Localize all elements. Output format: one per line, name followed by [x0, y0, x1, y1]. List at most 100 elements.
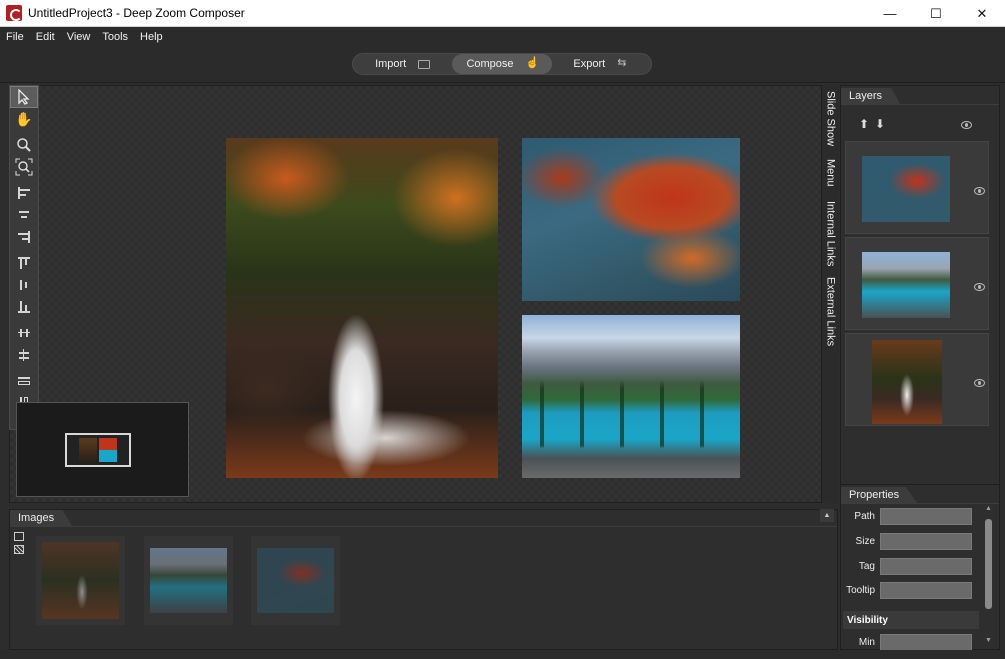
align-bottom-icon — [18, 301, 30, 313]
canvas-image-aerial-lake[interactable] — [522, 138, 740, 301]
menu-file[interactable]: File — [0, 31, 30, 43]
close-button[interactable]: ✕ — [959, 0, 1005, 27]
navigator-thumb-waterfall — [79, 438, 97, 462]
tab-external-links[interactable]: External Links — [822, 277, 839, 347]
navigator-minimap[interactable] — [16, 402, 189, 497]
menu-tools[interactable]: Tools — [96, 31, 134, 43]
tab-menu-label: Menu — [824, 159, 837, 187]
maximize-button[interactable]: ☐ — [913, 0, 959, 27]
distribute-horizontal-tool[interactable] — [10, 322, 38, 344]
align-left-tool[interactable] — [10, 182, 38, 204]
properties-scrollbar[interactable]: ▲ ▼ — [983, 505, 995, 645]
layer-thumbnail-waterfall — [872, 340, 942, 424]
scroll-down-icon[interactable]: ▼ — [985, 637, 992, 644]
tooltip-field[interactable] — [880, 581, 972, 599]
align-top-icon — [18, 257, 30, 269]
chevron-up-icon: ▲ — [823, 512, 831, 519]
move-layer-up-icon[interactable]: ⬆ — [859, 118, 871, 131]
eye-icon — [961, 121, 972, 129]
import-icon — [418, 59, 431, 69]
collapse-images-panel-button[interactable]: ▲ — [820, 509, 834, 522]
layers-panel: Layers ⬆ ⬇ — [840, 85, 1000, 485]
mode-export-tab[interactable]: Export — [552, 54, 651, 74]
tab-internal-links[interactable]: Internal Links — [822, 201, 839, 267]
properties-tab[interactable]: Properties — [841, 487, 918, 503]
layer-item[interactable] — [845, 237, 989, 330]
layers-tab[interactable]: Layers — [841, 88, 901, 104]
hand-pointer-icon — [526, 56, 540, 69]
images-tab[interactable]: Images — [10, 510, 73, 526]
toggle-all-visibility-button[interactable] — [961, 118, 972, 132]
property-tag-label: Tag — [858, 560, 875, 572]
align-middle-tool[interactable] — [10, 274, 38, 296]
tag-field[interactable] — [880, 557, 972, 575]
tool-strip: ✋ — [9, 85, 39, 430]
tab-menu[interactable]: Menu — [822, 155, 839, 191]
mode-compose-tab[interactable]: Compose — [452, 54, 552, 74]
align-top-tool[interactable] — [10, 252, 38, 274]
same-width-tool[interactable] — [10, 370, 38, 392]
tab-external-links-label: External Links — [824, 277, 837, 347]
tab-slide-show-label: Slide Show — [824, 91, 837, 147]
canvas-image-mountain-lake[interactable] — [522, 315, 740, 478]
property-size: Size — [841, 532, 981, 550]
menu-bar: File Edit View Tools Help — [0, 27, 1005, 47]
menu-view[interactable]: View — [61, 31, 97, 43]
align-right-tool[interactable] — [10, 226, 38, 248]
mode-compose-label: Compose — [466, 58, 514, 70]
grid-view-icon[interactable] — [14, 545, 24, 554]
pan-tool[interactable]: ✋ — [10, 108, 38, 130]
image-thumbnail-aerial-lake[interactable] — [251, 536, 340, 625]
fit-zoom-tool[interactable] — [10, 156, 38, 178]
app-logo-icon — [6, 5, 22, 21]
layer-item[interactable] — [845, 333, 989, 426]
images-panel: Images — [9, 509, 838, 650]
size-field[interactable] — [880, 532, 972, 550]
property-path-label: Path — [854, 510, 875, 522]
layer-item[interactable] — [845, 141, 989, 234]
image-thumbnail-waterfall[interactable] — [36, 536, 125, 625]
image-thumbnail-mountain-lake[interactable] — [144, 536, 233, 625]
layer-visibility-toggle[interactable] — [974, 376, 985, 390]
minimize-button[interactable]: — — [867, 0, 913, 27]
window-title: UntitledProject3 - Deep Zoom Composer — [28, 6, 245, 20]
menu-edit[interactable]: Edit — [30, 31, 61, 43]
eye-icon — [974, 283, 985, 291]
align-bottom-tool[interactable] — [10, 296, 38, 318]
layer-visibility-toggle[interactable] — [974, 184, 985, 198]
canvas-image-waterfall[interactable] — [226, 138, 498, 478]
mode-import-tab[interactable]: Import — [353, 54, 452, 74]
visibility-section-header[interactable]: Visibility — [843, 611, 979, 629]
window-bottom-edge — [0, 650, 1005, 659]
navigator-viewport[interactable] — [65, 433, 131, 467]
fit-zoom-icon — [15, 158, 33, 176]
images-view-options — [14, 532, 24, 554]
layer-thumbnail-mountain-lake — [862, 252, 950, 318]
property-tooltip-label: Tooltip — [846, 584, 875, 596]
path-field[interactable] — [880, 507, 972, 525]
align-center-tool[interactable] — [10, 204, 38, 226]
eye-icon — [974, 187, 985, 195]
distribute-horizontal-icon — [18, 327, 30, 339]
select-arrow-icon — [18, 89, 30, 105]
min-field[interactable] — [880, 633, 972, 651]
zoom-tool[interactable] — [10, 134, 38, 156]
layer-visibility-toggle[interactable] — [974, 280, 985, 294]
tab-internal-links-label: Internal Links — [824, 201, 837, 267]
side-tabs: Slide Show Menu Internal Links External … — [822, 85, 839, 503]
pan-hand-icon: ✋ — [15, 110, 33, 127]
align-middle-icon — [18, 279, 30, 291]
distribute-vertical-icon — [18, 349, 30, 361]
move-layer-down-icon[interactable]: ⬇ — [875, 118, 887, 131]
select-tool[interactable] — [10, 86, 38, 108]
align-left-icon — [18, 187, 30, 199]
tab-slide-show[interactable]: Slide Show — [822, 91, 839, 147]
distribute-vertical-tool[interactable] — [10, 344, 38, 366]
property-size-label: Size — [855, 535, 875, 547]
scroll-up-icon[interactable]: ▲ — [985, 505, 992, 512]
mode-import-label: Import — [375, 58, 407, 70]
image-view-icon[interactable] — [14, 532, 24, 541]
layer-order-tools: ⬆ ⬇ — [859, 118, 887, 131]
scrollbar-thumb[interactable] — [985, 519, 992, 609]
menu-help[interactable]: Help — [134, 31, 169, 43]
